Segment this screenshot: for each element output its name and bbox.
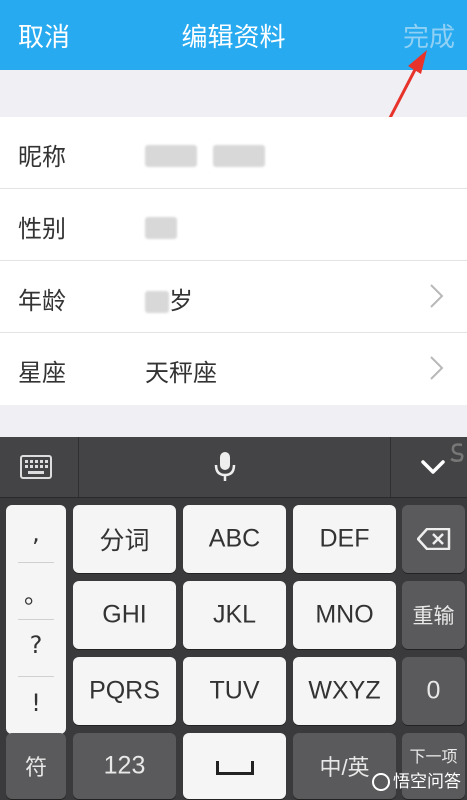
- keyboard-icon[interactable]: [20, 455, 52, 479]
- backspace-icon: [417, 528, 451, 550]
- gender-row[interactable]: 性别: [0, 189, 467, 261]
- wxyz-key[interactable]: WXYZ: [293, 657, 396, 725]
- def-key[interactable]: DEF: [293, 505, 396, 573]
- pqrs-key[interactable]: PQRS: [73, 657, 176, 725]
- nickname-row[interactable]: 昵称: [0, 117, 467, 189]
- age-unit: 岁: [169, 287, 193, 315]
- collapse-keyboard-icon[interactable]: [420, 457, 446, 477]
- jkl-key[interactable]: JKL: [183, 581, 286, 649]
- gender-label: 性别: [18, 215, 66, 243]
- wukong-logo-icon: [372, 773, 390, 791]
- age-value[interactable]: 岁: [145, 281, 193, 316]
- zodiac-row[interactable]: 星座 天秤座: [0, 333, 467, 405]
- age-row[interactable]: 年龄 岁: [0, 261, 467, 333]
- watermark: 悟空问答: [372, 767, 461, 792]
- zero-key[interactable]: 0: [402, 657, 465, 725]
- ghi-key[interactable]: GHI: [73, 581, 176, 649]
- keyboard-toolbar: [0, 437, 467, 498]
- question-key[interactable]: ?: [6, 631, 66, 659]
- chevron-right-icon: [430, 284, 444, 308]
- nickname-label: 昵称: [18, 143, 66, 171]
- gender-value[interactable]: [145, 213, 177, 241]
- retype-key[interactable]: 重输: [402, 581, 465, 649]
- mno-key[interactable]: MNO: [293, 581, 396, 649]
- profile-form: 昵称 性别 年龄 岁 星座 天秤座: [0, 117, 467, 405]
- fenci-key[interactable]: 分词: [73, 505, 176, 573]
- period-key[interactable]: 。: [6, 575, 66, 610]
- done-button[interactable]: 完成: [403, 17, 455, 54]
- chevron-right-icon: [430, 356, 444, 380]
- sogou-logo-icon: [450, 443, 464, 463]
- comma-key[interactable]: ,: [6, 519, 66, 547]
- symbol-key[interactable]: 符: [6, 733, 66, 799]
- zodiac-label: 星座: [18, 359, 66, 387]
- exclamation-key[interactable]: !: [6, 689, 66, 717]
- ime-keyboard: , 。 ? ! 分词 ABC DEF GHI JKL MNO 重输 PQRS T…: [0, 437, 467, 800]
- age-label: 年龄: [18, 287, 66, 315]
- space-icon: [215, 761, 254, 775]
- zodiac-value[interactable]: 天秤座: [145, 353, 217, 388]
- punctuation-column[interactable]: , 。 ? !: [6, 505, 66, 734]
- page-title: 编辑资料: [181, 23, 286, 53]
- space-key[interactable]: [183, 733, 286, 799]
- microphone-icon[interactable]: [214, 451, 236, 483]
- abc-key[interactable]: ABC: [183, 505, 286, 573]
- tuv-key[interactable]: TUV: [183, 657, 286, 725]
- top-bar: 取消 编辑资料 完成: [0, 0, 467, 70]
- number-key[interactable]: 123: [73, 733, 176, 799]
- delete-key[interactable]: [402, 505, 465, 573]
- nickname-value[interactable]: [145, 141, 265, 169]
